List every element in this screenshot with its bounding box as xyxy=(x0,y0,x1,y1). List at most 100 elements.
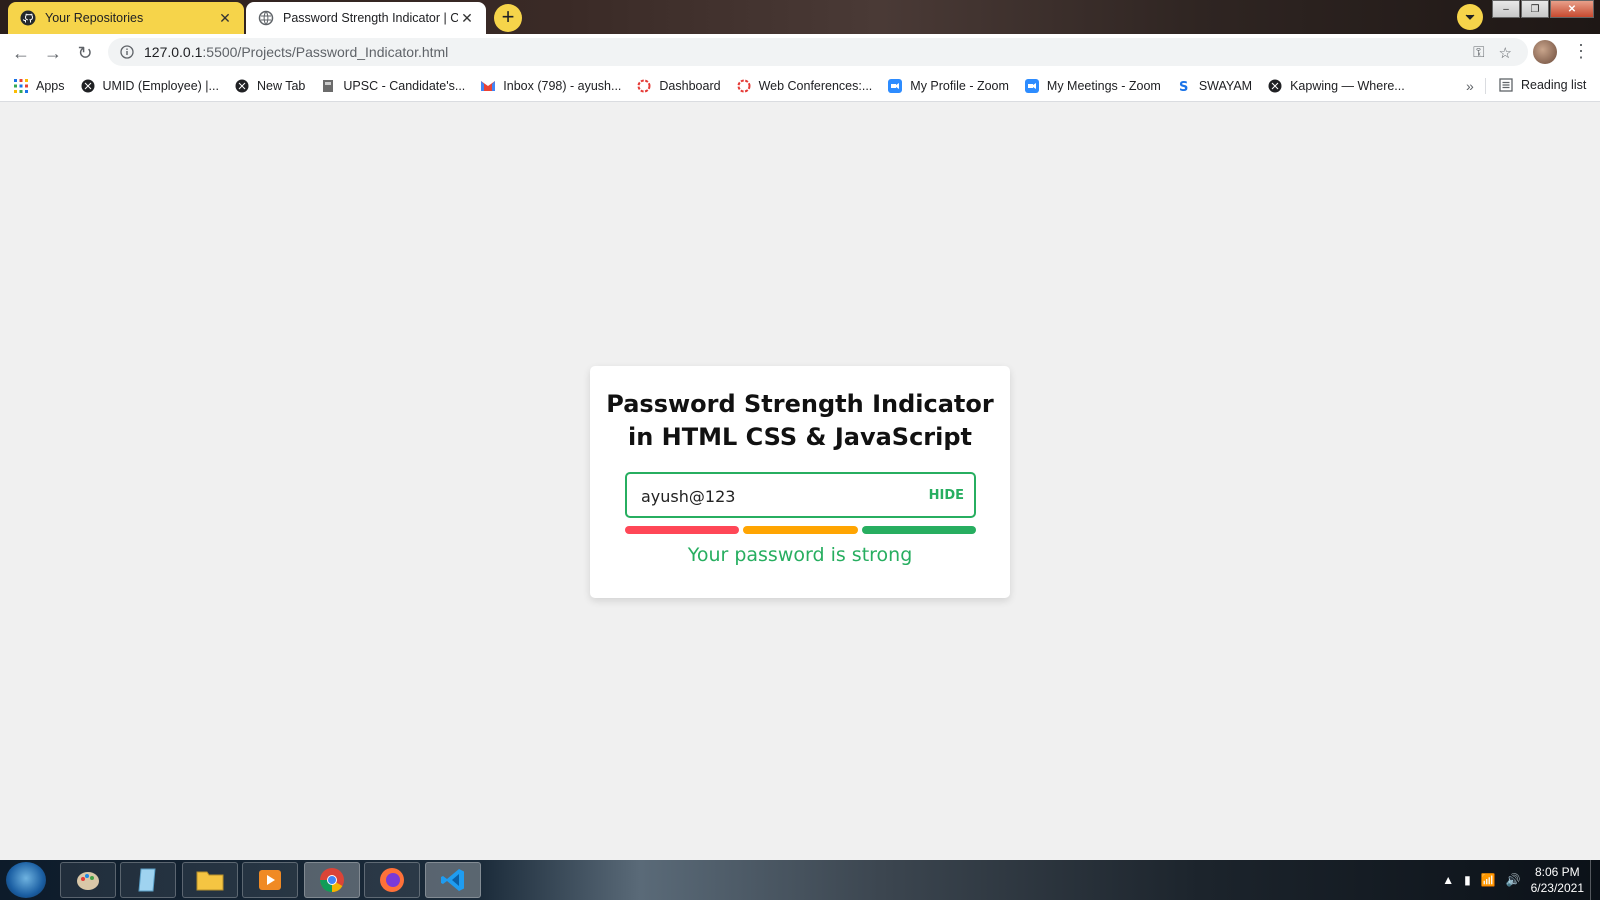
url-path: :5500/Projects/Password_Indicator.html xyxy=(202,44,449,60)
card-title-line-1: Password Strength Indicator xyxy=(606,390,994,418)
tab-your-repositories[interactable]: Your Repositories ✕ xyxy=(8,2,244,34)
zoom-icon xyxy=(1024,78,1039,93)
system-tray: ▲ ▮ 📶 🔊 8:06 PM 6/23/2021 xyxy=(1442,864,1584,896)
bookmarks-bar: Apps UMID (Employee) |... New Tab UPSC -… xyxy=(0,70,1600,102)
media-player-icon[interactable] xyxy=(242,862,298,898)
password-field: HIDE xyxy=(625,472,976,518)
clock-date: 6/23/2021 xyxy=(1530,881,1584,895)
paint-icon[interactable] xyxy=(60,862,116,898)
bookmark-new-tab[interactable]: New Tab xyxy=(235,79,305,93)
bookmark-label: Kapwing — Where... xyxy=(1290,78,1405,93)
globe-icon xyxy=(258,10,274,26)
tab-password-indicator[interactable]: Password Strength Indicator | Co ✕ xyxy=(246,2,486,34)
tab-search-icon[interactable] xyxy=(1457,4,1483,30)
zoom-icon xyxy=(888,78,903,93)
hide-password-toggle[interactable]: HIDE xyxy=(929,488,964,503)
profile-avatar[interactable] xyxy=(1533,40,1557,64)
notes-icon[interactable] xyxy=(120,862,176,898)
firefox-icon[interactable] xyxy=(364,862,420,898)
emblem-icon xyxy=(321,79,335,93)
clock[interactable]: 8:06 PM 6/23/2021 xyxy=(1531,864,1584,896)
strength-segment-strong xyxy=(861,526,976,534)
bookmark-inbox[interactable]: Inbox (798) - ayush... xyxy=(481,79,621,93)
globe-icon xyxy=(235,79,249,93)
ring-icon xyxy=(737,79,751,93)
maximize-button[interactable]: ❐ xyxy=(1521,0,1549,18)
bookmarks-overflow-icon[interactable]: » xyxy=(1466,78,1474,94)
bookmark-label: Inbox (798) - ayush... xyxy=(503,78,622,93)
url-host: 127.0.0.1 xyxy=(144,44,203,60)
info-icon[interactable] xyxy=(120,45,134,59)
volume-icon[interactable]: 🔊 xyxy=(1506,873,1521,887)
bookmark-label: My Profile - Zoom xyxy=(910,78,1009,93)
taskbar: ▲ ▮ 📶 🔊 8:06 PM 6/23/2021 xyxy=(0,860,1600,900)
bookmark-label: UPSC - Candidate's... xyxy=(343,78,466,93)
swayam-icon: S xyxy=(1177,79,1191,93)
card-title-line-2: in HTML CSS & JavaScript xyxy=(627,423,973,451)
reading-list-button[interactable]: Reading list xyxy=(1499,78,1586,92)
bookmark-label: SWAYAM xyxy=(1198,78,1253,93)
password-input[interactable] xyxy=(641,484,911,508)
chevron-down-icon xyxy=(1465,14,1475,20)
bookmark-zoom-meetings[interactable]: My Meetings - Zoom xyxy=(1024,78,1161,93)
tab-close-icon[interactable]: ✕ xyxy=(458,9,476,27)
bookmark-label: Web Conferences:... xyxy=(758,78,873,93)
ring-icon xyxy=(637,79,651,93)
omnibox-actions: ⚿ ☆ xyxy=(1473,44,1512,62)
bookmark-label: My Meetings - Zoom xyxy=(1046,78,1161,93)
github-icon xyxy=(20,10,36,26)
strength-segment-weak xyxy=(625,526,740,534)
tab-strip: Your Repositories ✕ Password Strength In… xyxy=(0,0,1600,34)
gmail-icon xyxy=(481,79,496,93)
window-controls: – ❐ ✕ xyxy=(1491,0,1594,18)
bookmark-umid[interactable]: UMID (Employee) |... xyxy=(81,79,219,93)
page-viewport: Password Strength Indicator in HTML CSS … xyxy=(0,103,1600,860)
back-arrow-icon[interactable]: ← xyxy=(8,40,34,66)
url-text: 127.0.0.1:5500/Projects/Password_Indicat… xyxy=(144,44,448,60)
tab-title: Password Strength Indicator | Co xyxy=(283,11,458,25)
tab-title: Your Repositories xyxy=(45,11,144,25)
strength-meter xyxy=(625,526,976,534)
bookmark-web-conferences[interactable]: Web Conferences:... xyxy=(737,78,873,93)
menu-kebab-icon[interactable]: ⋮ xyxy=(1572,40,1590,64)
key-icon[interactable]: ⚿ xyxy=(1473,44,1484,62)
reading-list-icon xyxy=(1499,78,1513,92)
bookmark-label: Apps xyxy=(36,78,65,93)
address-bar[interactable]: 127.0.0.1:5500/Projects/Password_Indicat… xyxy=(108,38,1528,66)
start-button[interactable] xyxy=(6,862,46,898)
chrome-icon[interactable] xyxy=(304,862,360,898)
clock-time: 8:06 PM xyxy=(1534,865,1580,879)
tab-close-icon[interactable]: ✕ xyxy=(216,9,234,27)
bookmark-label: Dashboard xyxy=(659,78,721,93)
svg-text:S: S xyxy=(1179,80,1188,93)
signal-icon[interactable]: 📶 xyxy=(1481,873,1496,887)
strength-status-text: Your password is strong xyxy=(687,544,913,566)
bookmark-apps[interactable]: Apps xyxy=(14,78,65,93)
globe-icon xyxy=(81,79,95,93)
battery-icon[interactable]: ▮ xyxy=(1464,873,1471,887)
globe-icon xyxy=(1268,79,1282,93)
bookmark-label: UMID (Employee) |... xyxy=(102,78,219,93)
bookmark-dashboard[interactable]: Dashboard xyxy=(637,78,721,93)
tray-expand-icon[interactable]: ▲ xyxy=(1442,873,1454,887)
bookmark-zoom-profile[interactable]: My Profile - Zoom xyxy=(888,78,1009,93)
password-card: Password Strength Indicator in HTML CSS … xyxy=(590,366,1010,598)
bookmark-kapwing[interactable]: Kapwing — Where... xyxy=(1268,79,1405,93)
show-desktop-button[interactable] xyxy=(1590,860,1600,900)
reload-icon[interactable]: ↻ xyxy=(72,40,98,66)
apps-grid-icon xyxy=(14,78,28,93)
new-tab-button[interactable]: + xyxy=(494,4,522,32)
bookmarks-divider xyxy=(1485,78,1486,94)
browser-toolbar: ← → ↻ 127.0.0.1:5500/Projects/Password_I… xyxy=(0,34,1600,70)
bookmark-label: New Tab xyxy=(256,78,306,93)
bookmark-swayam[interactable]: S SWAYAM xyxy=(1177,79,1252,93)
close-window-button[interactable]: ✕ xyxy=(1550,0,1594,18)
folder-icon[interactable] xyxy=(182,862,238,898)
card-title: Password Strength Indicator in HTML CSS … xyxy=(590,388,1010,454)
forward-arrow-icon[interactable]: → xyxy=(40,40,66,66)
vscode-icon[interactable] xyxy=(425,862,481,898)
strength-segment-medium xyxy=(743,526,858,534)
minimize-button[interactable]: – xyxy=(1492,0,1520,18)
bookmark-upsc[interactable]: UPSC - Candidate's... xyxy=(321,79,465,93)
star-icon[interactable]: ☆ xyxy=(1499,44,1512,62)
